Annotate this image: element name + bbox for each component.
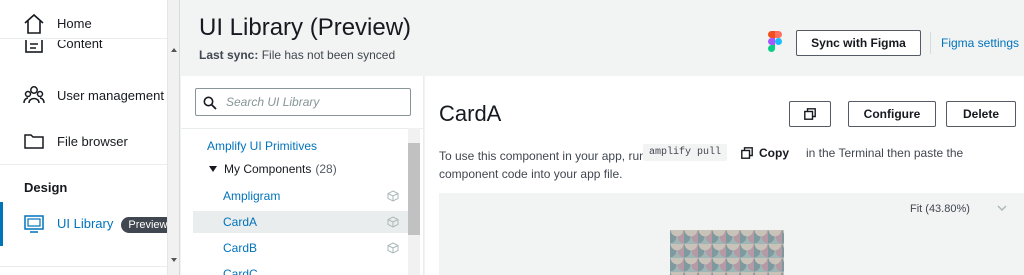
search-input[interactable]: [226, 93, 406, 111]
search-icon: [203, 96, 217, 110]
header-divider: [930, 32, 931, 54]
nav-item-user-management[interactable]: User management: [0, 84, 168, 106]
library-item-ampligram[interactable]: Ampligram: [193, 185, 409, 207]
amplify-ui-primitives-link[interactable]: Amplify UI Primitives: [207, 139, 317, 153]
cube-icon: [387, 242, 399, 254]
copy-command-button[interactable]: Copy: [741, 146, 789, 160]
figma-logo-icon: [768, 31, 782, 52]
scroll-up-icon[interactable]: [171, 48, 177, 52]
instruction-text-rest: in the Terminal then paste the: [806, 146, 964, 160]
nav-label-content: Content: [57, 40, 103, 51]
nav-label-home: Home: [57, 16, 92, 31]
library-item-label: CardB: [223, 241, 258, 255]
chevron-down-icon[interactable]: [997, 205, 1007, 211]
sync-with-figma-button[interactable]: Sync with Figma: [796, 30, 921, 56]
component-detail: CardA Configure Delete To use this compo…: [425, 76, 1024, 275]
library-scrollbar[interactable]: [408, 128, 420, 275]
my-components-group[interactable]: My Components (28): [209, 162, 337, 176]
cube-icon: [387, 190, 399, 202]
zoom-level[interactable]: Fit (43.80%): [910, 203, 970, 215]
page-header: UI Library (Preview) Last sync: File has…: [181, 0, 1024, 76]
library-item-carda[interactable]: CardA: [193, 211, 409, 233]
monitor-icon: [24, 215, 44, 233]
library-item-label: CardA: [223, 215, 258, 229]
library-item-cardc[interactable]: CardC: [193, 263, 409, 275]
group-count: (28): [315, 162, 337, 176]
component-title: CardA: [439, 101, 502, 126]
cube-icon: [387, 216, 399, 228]
folder-icon: [24, 134, 44, 149]
page-title: UI Library (Preview): [199, 14, 412, 41]
nav-divider: [0, 266, 168, 267]
nav-label-ui-library: UI Library Preview: [57, 216, 175, 233]
copy-icon: [741, 147, 753, 159]
users-icon: [23, 86, 45, 104]
caret-down-icon: [209, 166, 217, 172]
delete-button[interactable]: Delete: [946, 101, 1016, 127]
command-snippet: amplify pull: [643, 144, 728, 161]
content-icon: [25, 40, 43, 53]
ui-library-text: UI Library: [57, 216, 114, 231]
nav-divider: [0, 38, 168, 39]
configure-button[interactable]: Configure: [848, 101, 936, 127]
nav-item-file-browser[interactable]: File browser: [0, 130, 168, 152]
component-preview: Fit (43.80%): [439, 193, 1024, 275]
group-label: My Components: [224, 162, 312, 176]
scrollbar-thumb[interactable]: [408, 143, 420, 235]
nav-label-file-browser: File browser: [57, 134, 128, 149]
library-item-label: CardC: [223, 267, 258, 275]
nav-item-ui-library[interactable]: UI Library Preview: [0, 212, 175, 236]
nav-section-design: Design: [24, 180, 68, 195]
last-sync-status: Last sync: File has not been synced: [199, 48, 395, 62]
figma-settings-link[interactable]: Figma settings: [941, 36, 1019, 50]
nav-divider: [0, 164, 168, 165]
home-icon: [24, 13, 44, 34]
scroll-down-icon[interactable]: [171, 258, 177, 262]
left-navigation: Home Content User management File browse…: [0, 0, 180, 275]
library-item-label: Ampligram: [223, 189, 281, 203]
duplicate-button[interactable]: [789, 101, 831, 127]
library-divider: [181, 128, 424, 129]
instruction-text-line2: component code into your app file.: [439, 167, 623, 181]
nav-item-home[interactable]: Home: [0, 12, 168, 34]
nav-item-content[interactable]: Content: [0, 40, 168, 54]
preview-image: [670, 230, 784, 275]
nav-label-user-management: User management: [57, 88, 164, 103]
copy-label: Copy: [759, 146, 789, 160]
last-sync-value: File has not been synced: [258, 48, 396, 62]
copy-icon: [804, 108, 816, 120]
search-field[interactable]: [195, 88, 411, 116]
last-sync-label: Last sync:: [199, 48, 259, 62]
ui-library-sidebar: Amplify UI Primitives My Components (28)…: [181, 76, 424, 275]
nav-scrollbar[interactable]: [167, 0, 179, 275]
library-item-cardb[interactable]: CardB: [193, 237, 409, 259]
